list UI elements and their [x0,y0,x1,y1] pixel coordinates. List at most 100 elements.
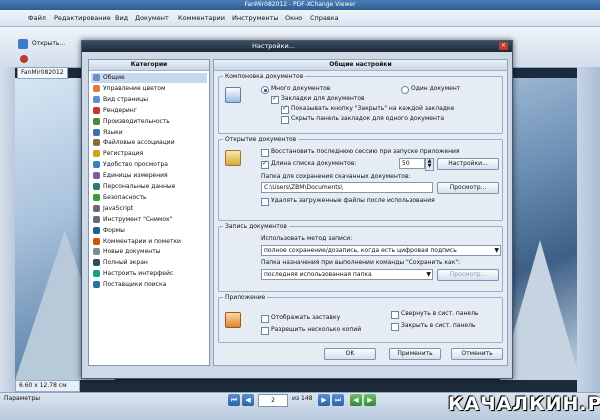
category-label: Поставщики поиска [103,281,167,289]
category-item[interactable]: Инструмент "Снимок" [91,215,207,225]
menu-comments[interactable]: Комментарии [178,14,225,22]
save-folder-value: последняя использованная папка [264,271,372,278]
doc-tabs-checkbox[interactable] [271,94,279,104]
category-item[interactable]: Общие [91,73,207,83]
splash-checkbox[interactable] [261,315,269,323]
categories-panel: Категории Общие Управление цветом Вид стра… [88,59,210,366]
forms-icon [93,226,100,234]
left-sidebar [0,67,15,392]
category-label: Новые документы [103,248,161,256]
open-folder-icon[interactable] [18,39,28,49]
save-group: Запись документов Использовать метод зап… [218,223,503,292]
save-folder-select[interactable]: последняя использованная папка ▼ [261,269,433,280]
layout-group: Компоновка документов Много документов О… [218,73,503,134]
category-item[interactable]: Формы [91,226,207,236]
category-item[interactable]: Файловые ассоциации [91,138,207,148]
save-method-select[interactable]: полное сохранение/дозапись, когда есть ц… [261,245,501,256]
hide-tabs-label: Скрыть панель закладок для одного докуме… [291,115,445,122]
category-item[interactable]: Управление цветом [91,84,207,94]
download-browse-button[interactable]: Просмотр... [437,182,499,194]
hide-tabs-checkbox[interactable] [281,116,289,124]
menu-tools[interactable]: Инструменты [232,14,279,22]
category-item[interactable]: Вид страницы [91,95,207,105]
color-icon [93,84,100,92]
back-icon[interactable]: ◀ [350,394,362,406]
layout-icon [225,87,241,103]
page-total: из 148 [292,395,313,402]
settings-dialog: Настройки... × Категории Общие Управление… [81,40,513,379]
category-item[interactable]: Безопасность [91,193,207,203]
menu-file[interactable]: Файл [28,14,46,22]
page-view-icon [93,95,100,103]
category-label: Инструмент "Снимок" [103,215,173,223]
category-label: Рендеринг [103,106,137,114]
category-label: Регистрация [103,150,144,158]
dialog-title-bar[interactable]: Настройки... × [82,41,512,52]
comments-icon [93,237,100,245]
customize-icon [93,270,100,278]
general-settings-header: Общие настройки [214,60,507,71]
menu-edit[interactable]: Редактирование [54,14,111,22]
category-item[interactable]: Персональные данные [91,182,207,192]
menu-window[interactable]: Окно [285,14,302,22]
close-doc-icon[interactable] [20,55,28,63]
category-item[interactable]: Регистрация [91,149,207,159]
open-folder-icon [225,150,241,166]
download-folder-field[interactable]: C:\Users\ZBM\Documents\ [261,182,433,193]
close-icon[interactable]: × [499,42,508,50]
category-label: Безопасность [103,193,147,201]
category-label: Языки [103,128,123,136]
category-item[interactable]: Настроить интерфейс [91,269,207,279]
menu-view[interactable]: Вид [115,14,128,22]
open-button[interactable]: Открыть... [32,40,65,47]
chevron-down-icon: ▼ [494,247,499,254]
page-number-input[interactable]: 2 [258,394,288,407]
last-page-icon[interactable]: ⏭ [332,394,344,406]
first-page-icon[interactable]: ⏮ [228,394,240,406]
category-label: Файловые ассоциации [103,139,175,147]
multi-instances-checkbox[interactable] [261,327,269,335]
delete-downloaded-checkbox[interactable] [261,198,269,206]
close-tray-checkbox[interactable] [391,323,399,331]
multi-doc-radio[interactable] [261,86,269,94]
single-doc-label: Один документ [411,85,461,92]
next-page-icon[interactable]: ▶ [318,394,330,406]
menu-help[interactable]: Справка [310,14,339,22]
category-item[interactable]: Удобство просмотра [91,160,207,170]
list-length-checkbox[interactable] [261,159,269,169]
category-item[interactable]: Поставщики поиска [91,280,207,290]
multi-doc-label: Много документов [271,85,331,92]
category-item[interactable]: JavaScript [91,204,207,214]
open-group: Открытие документов Восстановить последн… [218,136,503,221]
minimize-tray-checkbox[interactable] [391,311,399,319]
category-item[interactable]: Языки [91,128,207,138]
prev-page-icon[interactable]: ◀ [242,394,254,406]
menu-document[interactable]: Документ [135,14,169,22]
close-tray-label: Закрыть в сист. панель [401,322,476,329]
cancel-button[interactable]: Отменить [451,348,503,360]
list-length-spinner[interactable]: ▲ ▼ [425,158,434,171]
forward-icon[interactable]: ▶ [364,394,376,406]
category-item[interactable]: Производительность [91,117,207,127]
category-item[interactable]: Рендеринг [91,106,207,116]
apply-button[interactable]: Применить [389,348,441,360]
right-sidebar [577,67,600,392]
restore-session-checkbox[interactable] [261,149,269,157]
document-tab[interactable]: FanMir082012 [17,67,68,79]
show-close-checkbox[interactable] [281,104,289,114]
javascript-icon [93,204,100,212]
single-doc-radio[interactable] [401,86,409,94]
personal-icon [93,183,100,190]
save-browse-button[interactable]: Просмотр... [437,269,499,281]
list-length-input[interactable]: 50 [399,158,425,169]
ok-button[interactable]: OK [324,348,376,360]
list-settings-button[interactable]: Настройки... [437,158,499,170]
show-close-label: Показывать кнопку "Закрыть" на каждой за… [291,105,455,112]
category-item[interactable]: Полный экран [91,258,207,268]
search-providers-icon [93,281,100,289]
parameters-button[interactable]: Параметры [4,395,40,402]
category-item[interactable]: Комментарии и пометки [91,237,207,247]
category-item[interactable]: Единицы измерения [91,171,207,181]
restore-session-label: Восстановить последнюю сессию при запуск… [271,148,460,155]
category-item[interactable]: Новые документы [91,247,207,257]
